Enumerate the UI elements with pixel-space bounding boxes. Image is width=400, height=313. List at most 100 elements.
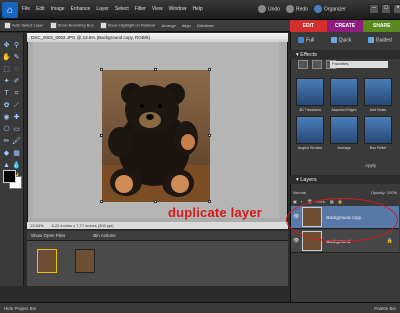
foreground-color-swatch[interactable]	[3, 170, 16, 183]
menu-layer[interactable]: Layer	[96, 6, 109, 12]
selection-handle[interactable]	[100, 134, 103, 137]
selection-handle[interactable]	[154, 200, 157, 203]
hide-project-bin-button[interactable]: Hide Project Bin	[4, 306, 36, 311]
layers-panel-header[interactable]: ▾ Layers	[290, 175, 400, 184]
apply-effect-button[interactable]: Apply	[365, 163, 376, 168]
history-controls: Undo Redo Organizer	[258, 5, 346, 13]
align-button[interactable]: Align	[182, 23, 191, 28]
tab-full-label: Full	[306, 37, 315, 44]
show-bounding-box-option[interactable]: Show Bounding Box	[49, 22, 94, 29]
clone-stamp-tool-icon[interactable]: ⎔	[2, 125, 11, 134]
tab-create[interactable]: CREATE	[326, 20, 364, 32]
pencil-tool-icon[interactable]: ✏	[2, 137, 11, 146]
close-icon[interactable]: ×	[393, 4, 400, 14]
effect-label: Average	[337, 146, 351, 150]
selection-handle[interactable]	[100, 200, 103, 203]
selection-handle[interactable]	[208, 200, 211, 203]
tab-edit[interactable]: EDIT	[290, 20, 327, 32]
straighten-tool-icon[interactable]: ⟋	[12, 101, 21, 110]
opacity-control[interactable]: Opacity: 100%	[371, 190, 397, 195]
layer-styles-icon[interactable]	[312, 60, 322, 69]
crop-tool-icon[interactable]: ⌗	[12, 89, 21, 98]
magic-wand-tool-icon[interactable]: ✦	[2, 77, 11, 86]
tab-guided[interactable]: Guided	[367, 36, 392, 43]
blend-mode-dropdown[interactable]: Normal	[293, 190, 306, 195]
document-status-bar: 13.54% 6.22 inches x 7.77 inches (300 pp…	[27, 222, 288, 229]
effect-thumbnail[interactable]	[296, 116, 324, 144]
selection-handle[interactable]	[100, 68, 103, 71]
effects-title: Effects	[300, 51, 318, 58]
eyedropper-tool-icon[interactable]: ✎	[12, 53, 21, 62]
tab-quick[interactable]: Quick	[330, 36, 351, 43]
document-size: 6.22 inches x 7.77 inches (300 ppi)	[51, 223, 114, 228]
healing-brush-tool-icon[interactable]: ✚	[12, 113, 21, 122]
checkbox-icon	[49, 22, 57, 29]
document-title: DSC_0002_0002.JPG @ 13.5% (Background co…	[27, 33, 288, 42]
undo-label: Undo	[268, 6, 280, 13]
effect-thumbnail[interactable]	[364, 78, 392, 106]
effect-thumbnail[interactable]	[330, 116, 358, 144]
tab-full[interactable]: Full	[298, 36, 315, 44]
menu-bar: File Edit Image Enhance Layer Select Fil…	[22, 6, 203, 12]
bin-thumbnail[interactable]	[37, 249, 57, 273]
paint-bucket-tool-icon[interactable]: ◆	[2, 149, 11, 158]
red-eye-tool-icon[interactable]: ◉	[2, 113, 11, 122]
effect-thumbnail[interactable]	[296, 78, 324, 106]
cookie-cutter-tool-icon[interactable]: ✿	[2, 101, 11, 110]
undo-button[interactable]: Undo	[258, 5, 280, 13]
effect-thumbnail[interactable]	[330, 78, 358, 106]
zoom-tool-icon[interactable]: ⚲	[12, 41, 21, 50]
home-icon[interactable]: ⌂	[2, 2, 18, 18]
menu-image[interactable]: Image	[51, 6, 65, 12]
new-layer-icon[interactable]: ▣	[293, 199, 297, 204]
distribute-button[interactable]: Distribute	[197, 23, 214, 28]
teddy-bear-photo[interactable]	[102, 70, 210, 202]
eye-icon[interactable]: 👁	[293, 238, 299, 244]
checkbox-icon	[99, 22, 107, 29]
eraser-tool-icon[interactable]: ▭	[12, 125, 21, 134]
effects-category-dropdown[interactable]: Favorites	[330, 61, 388, 68]
arrange-button[interactable]: Arrange	[162, 23, 176, 28]
menu-file[interactable]: File	[22, 6, 30, 12]
brush-tool-icon[interactable]: 🖌	[12, 137, 21, 146]
effect-thumbnail[interactable]	[364, 116, 392, 144]
redo-button[interactable]: Redo	[285, 5, 308, 13]
effects-panel-header[interactable]: ▾ Effects	[290, 50, 400, 59]
bin-actions-menu[interactable]: Bin Actions	[93, 233, 115, 238]
menu-help[interactable]: Help	[192, 6, 202, 12]
auto-select-layer-option[interactable]: Auto Select Layer	[4, 22, 44, 29]
menu-view[interactable]: View	[152, 6, 163, 12]
menu-edit[interactable]: Edit	[36, 6, 45, 12]
blur-tool-icon[interactable]: 💧	[12, 161, 21, 170]
selection-handle[interactable]	[208, 134, 211, 137]
palette-bin-button[interactable]: Palette Bin	[374, 306, 396, 311]
tab-share[interactable]: SHARE	[363, 20, 400, 32]
type-tool-icon[interactable]: T	[2, 89, 11, 98]
gradient-tool-icon[interactable]: ▦	[12, 149, 21, 158]
minimize-icon[interactable]: –	[369, 4, 379, 14]
show-open-files-dropdown[interactable]: Show Open Files	[31, 233, 65, 238]
selection-handle[interactable]	[154, 68, 157, 71]
filters-icon[interactable]	[298, 60, 308, 69]
marquee-tool-icon[interactable]: ⬚	[2, 65, 11, 74]
maximize-icon[interactable]: □	[381, 4, 391, 14]
menu-filter[interactable]: Filter	[135, 6, 146, 12]
organizer-button[interactable]: Organizer	[313, 5, 346, 13]
shape-tool-icon[interactable]: ▲	[2, 161, 11, 170]
menu-window[interactable]: Window	[169, 6, 187, 12]
menu-enhance[interactable]: Enhance	[71, 6, 91, 12]
bin-thumbnail[interactable]	[75, 249, 95, 273]
menu-select[interactable]: Select	[115, 6, 129, 12]
bottom-bar: Hide Project Bin Palette Bin	[0, 302, 400, 313]
tool-options-bar: Auto Select Layer Show Bounding Box Show…	[0, 20, 290, 32]
show-highlight-option[interactable]: Show Highlight on Rollover	[99, 22, 156, 29]
adjustment-layer-icon[interactable]: ◐	[301, 199, 303, 204]
selection-brush-tool-icon[interactable]: ✐	[12, 77, 21, 86]
opacity-value: 100%	[386, 189, 397, 195]
hand-tool-icon[interactable]: ✋	[2, 53, 11, 62]
move-tool-icon[interactable]: ✥	[2, 41, 11, 50]
selection-handle[interactable]	[208, 68, 211, 71]
redo-label: Redo	[295, 6, 308, 13]
lasso-tool-icon[interactable]: ◌	[12, 65, 21, 74]
zoom-level[interactable]: 13.54%	[30, 223, 44, 228]
